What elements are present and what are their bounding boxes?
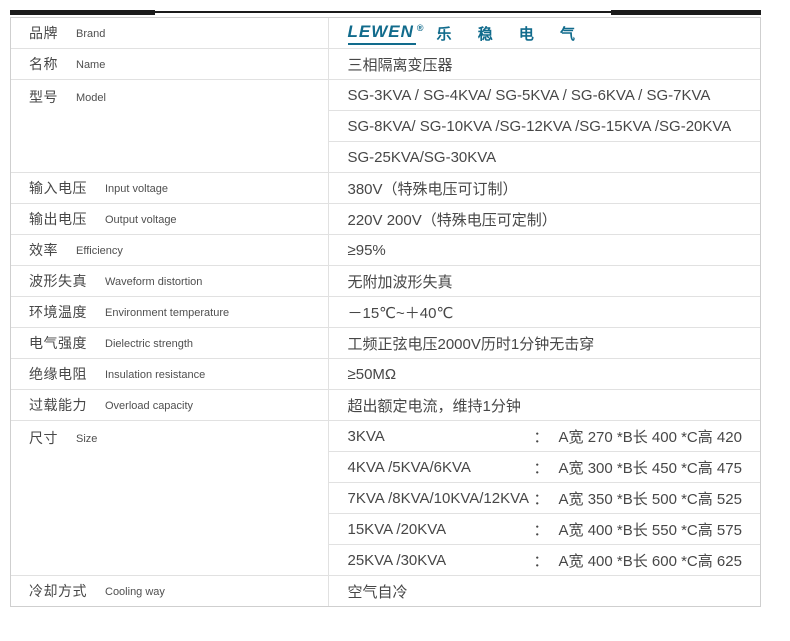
model-line: SG-3KVA / SG-4KVA/ SG-5KVA / SG-6KVA / S… [328,80,760,111]
size-entry-colon: ： [534,426,549,447]
table-row-model-1: 型号 Model SG-3KVA / SG-4KVA/ SG-5KVA / SG-… [11,80,760,111]
size-entry: 15KVA /20KVA： A宽 400 *B长 550 *C高 575 [328,514,760,545]
table-row-environment-temperature: 环境温度 Environment temperature －15℃~＋40℃ [11,297,760,328]
size-entry-dims: A宽 270 *B长 400 *C高 420 [559,426,742,447]
registered-trademark-icon: ® [417,23,424,33]
top-decorative-bar [10,10,761,17]
efficiency-label-cell: 效率 Efficiency [11,235,328,266]
brand-logo-wordmark: LEWEN [348,22,416,45]
cooling-label-zh: 冷却方式 [29,583,87,599]
insulation-resistance-label-cell: 绝缘电阻 Insulation resistance [11,359,328,390]
efficiency-label-en: Efficiency [76,245,123,257]
input-voltage-value: 380V（特殊电压可订制） [328,173,760,204]
waveform-distortion-label-en: Waveform distortion [105,276,202,288]
brand-label-zh: 品牌 [29,25,58,41]
output-voltage-label-zh: 输出电压 [29,211,87,227]
size-label-en: Size [76,433,97,445]
waveform-distortion-label-zh: 波形失真 [29,273,87,289]
input-voltage-label-en: Input voltage [105,183,168,195]
model-line: SG-25KVA/SG-30KVA [328,142,760,173]
size-entry-colon: ： [534,550,549,571]
size-entry-colon: ： [534,488,549,509]
size-entry-dims: A宽 400 *B长 600 *C高 625 [559,550,742,571]
environment-temperature-label-cell: 环境温度 Environment temperature [11,297,328,328]
size-entry-model: 25KVA /30KVA [348,552,534,569]
model-label-zh: 型号 [29,89,58,105]
table-row-input-voltage: 输入电压 Input voltage 380V（特殊电压可订制） [11,173,760,204]
product-spec-table: 品牌 Brand LEWEN® 乐 稳 电 气 名称 Name 三相隔离变压器 型号… [11,18,760,606]
dielectric-strength-label-en: Dielectric strength [105,338,193,350]
brand-label-cell: 品牌 Brand [11,18,328,49]
size-entry-model: 15KVA /20KVA [348,521,534,538]
efficiency-label-zh: 效率 [29,242,58,258]
brand-logo-chinese: 乐 稳 电 气 [437,23,587,44]
model-label-cell: 型号 Model [11,80,328,173]
name-label-cell: 名称 Name [11,49,328,80]
size-entry: 25KVA /30KVA： A宽 400 *B长 600 *C高 625 [328,545,760,576]
cooling-label-cell: 冷却方式 Cooling way [11,576,328,607]
input-voltage-label-zh: 输入电压 [29,180,87,196]
table-row-brand: 品牌 Brand LEWEN® 乐 稳 电 气 [11,18,760,49]
size-entry: 7KVA /8KVA/10KVA/12KVA： A宽 350 *B长 500 *C… [328,483,760,514]
environment-temperature-value: －15℃~＋40℃ [328,297,760,328]
name-value: 三相隔离变压器 [328,49,760,80]
table-row-overload-capacity: 过载能力 Overload capacity 超出额定电流，维持1分钟 [11,390,760,421]
table-row-size-1: 尺寸 Size 3KVA： A宽 270 *B长 400 *C高 420 [11,421,760,452]
overload-capacity-label-cell: 过载能力 Overload capacity [11,390,328,421]
overload-capacity-value: 超出额定电流，维持1分钟 [328,390,760,421]
environment-temperature-label-en: Environment temperature [105,307,229,319]
brand-logo: LEWEN® 乐 稳 电 气 [348,22,761,45]
table-row-efficiency: 效率 Efficiency ≥95% [11,235,760,266]
insulation-resistance-value: ≥50MΩ [328,359,760,390]
waveform-distortion-label-cell: 波形失真 Waveform distortion [11,266,328,297]
size-entry-model: 3KVA [348,428,534,445]
bar-segment-right [611,10,761,15]
dielectric-strength-label-zh: 电气强度 [29,335,87,351]
environment-temperature-label-zh: 环境温度 [29,304,87,320]
insulation-resistance-label-en: Insulation resistance [105,369,205,381]
waveform-distortion-value: 无附加波形失真 [328,266,760,297]
table-row-cooling: 冷却方式 Cooling way 空气自冷 [11,576,760,607]
dielectric-strength-label-cell: 电气强度 Dielectric strength [11,328,328,359]
size-label-cell: 尺寸 Size [11,421,328,576]
efficiency-value: ≥95% [328,235,760,266]
model-line: SG-8KVA/ SG-10KVA /SG-12KVA /SG-15KVA /S… [328,111,760,142]
brand-value-cell: LEWEN® 乐 稳 电 气 [328,18,760,49]
insulation-resistance-label-zh: 绝缘电阻 [29,366,87,382]
brand-label-en: Brand [76,28,105,40]
size-entry-colon: ： [534,457,549,478]
table-row-insulation-resistance: 绝缘电阻 Insulation resistance ≥50MΩ [11,359,760,390]
output-voltage-label-cell: 输出电压 Output voltage [11,204,328,235]
output-voltage-label-en: Output voltage [105,214,177,226]
table-row-output-voltage: 输出电压 Output voltage 220V 200V（特殊电压可定制） [11,204,760,235]
size-entry: 4KVA /5KVA/6KVA： A宽 300 *B长 450 *C高 475 [328,452,760,483]
size-entry-model: 7KVA /8KVA/10KVA/12KVA [348,490,534,507]
dielectric-strength-value: 工频正弦电压2000V历时1分钟无击穿 [328,328,760,359]
bar-segment-middle [155,11,611,13]
size-entry-dims: A宽 300 *B长 450 *C高 475 [559,457,742,478]
overload-capacity-label-en: Overload capacity [105,400,193,412]
name-label-en: Name [76,59,105,71]
model-label-en: Model [76,92,106,104]
size-label-zh: 尺寸 [29,430,58,446]
size-entry-colon: ： [534,519,549,540]
table-row-waveform-distortion: 波形失真 Waveform distortion 无附加波形失真 [11,266,760,297]
size-entry: 3KVA： A宽 270 *B长 400 *C高 420 [328,421,760,452]
product-spec-table-wrap: 品牌 Brand LEWEN® 乐 稳 电 气 名称 Name 三相隔离变压器 型号… [10,17,761,607]
overload-capacity-label-zh: 过载能力 [29,397,87,413]
table-row-name: 名称 Name 三相隔离变压器 [11,49,760,80]
cooling-value: 空气自冷 [328,576,760,607]
input-voltage-label-cell: 输入电压 Input voltage [11,173,328,204]
table-row-dielectric-strength: 电气强度 Dielectric strength 工频正弦电压2000V历时1分钟… [11,328,760,359]
bar-segment-left [10,10,155,15]
cooling-label-en: Cooling way [105,586,165,598]
size-entry-dims: A宽 400 *B长 550 *C高 575 [559,519,742,540]
size-entry-dims: A宽 350 *B长 500 *C高 525 [559,488,742,509]
output-voltage-value: 220V 200V（特殊电压可定制） [328,204,760,235]
size-entry-model: 4KVA /5KVA/6KVA [348,459,534,476]
name-label-zh: 名称 [29,56,58,72]
